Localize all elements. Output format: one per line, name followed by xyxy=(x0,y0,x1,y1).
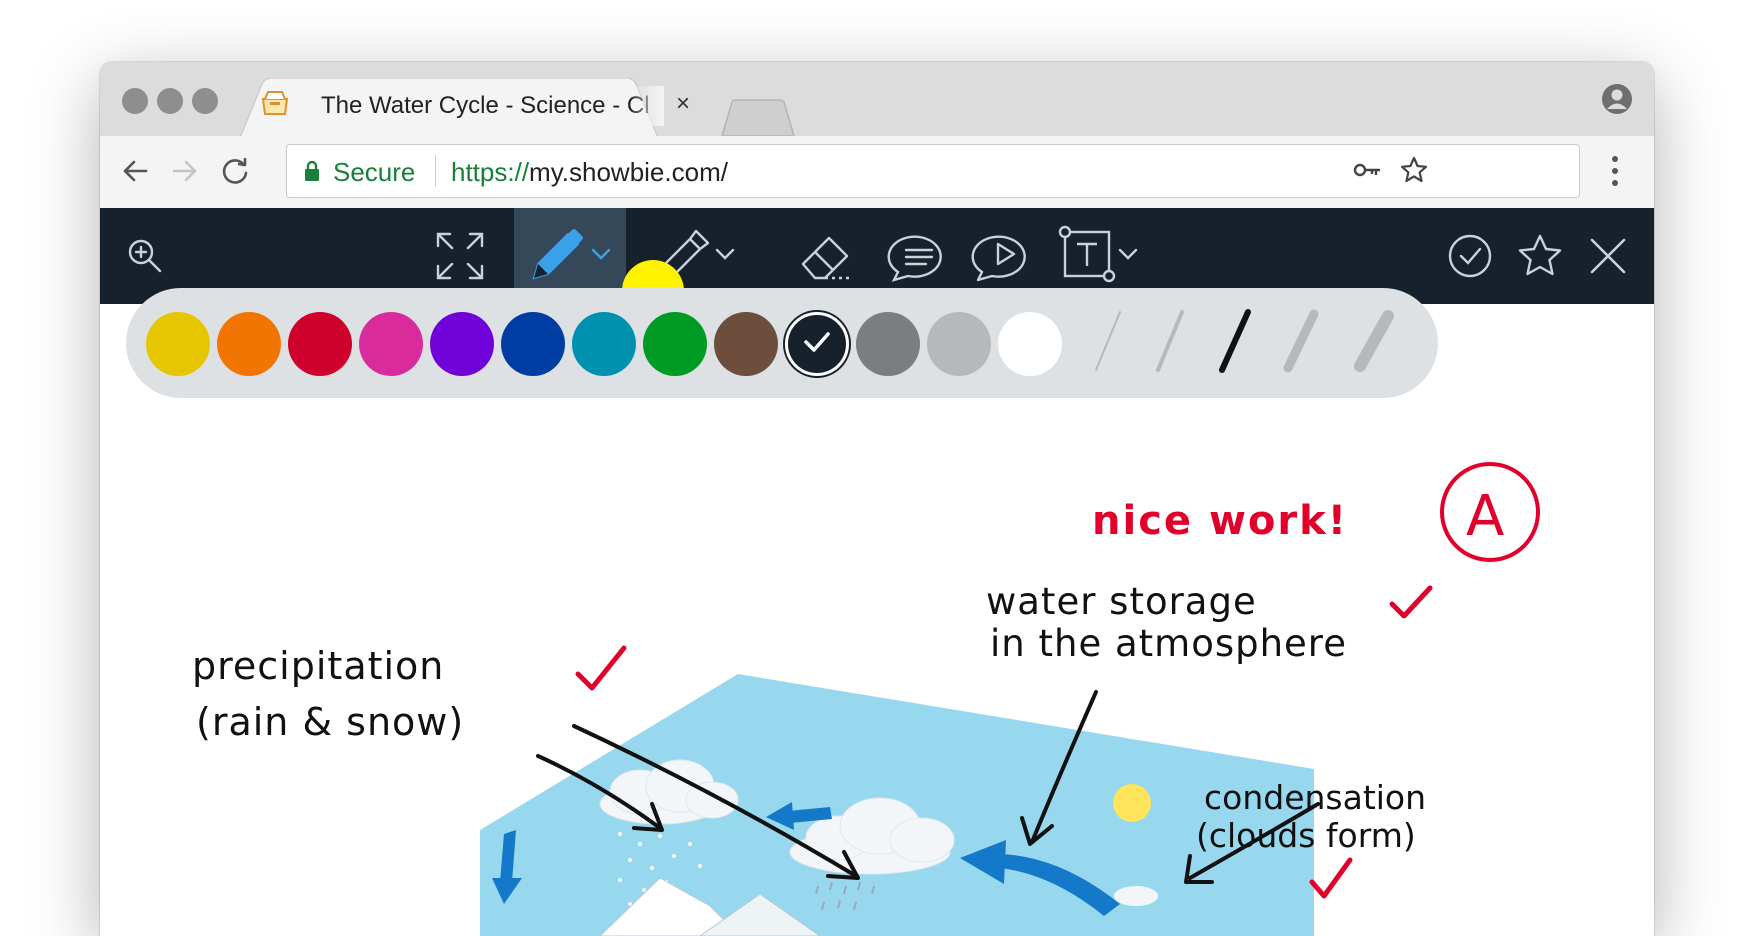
pen-icon xyxy=(528,224,590,289)
close-window-button[interactable] xyxy=(122,88,148,114)
chevron-down-icon xyxy=(714,247,736,266)
zoom-in-icon[interactable] xyxy=(120,208,170,304)
tab-title: The Water Cycle - Science - Cl xyxy=(321,92,650,119)
profile-icon[interactable] xyxy=(1600,82,1634,121)
forward-arrow-icon[interactable] xyxy=(170,156,200,191)
reload-icon[interactable] xyxy=(220,156,250,191)
color-swatch-black[interactable] xyxy=(785,312,849,376)
stroke-thick[interactable] xyxy=(1278,306,1326,376)
sun xyxy=(1113,784,1151,822)
atmosphere-annotation: in the atmosphere xyxy=(990,622,1347,665)
water-storage-annotation: water storage xyxy=(986,580,1257,623)
cloud-right xyxy=(1114,886,1158,906)
back-arrow-icon[interactable] xyxy=(120,156,150,191)
lock-icon xyxy=(303,159,321,188)
color-swatch-dark-gray[interactable] xyxy=(856,312,920,376)
stroke-extra-thick[interactable] xyxy=(1348,306,1400,376)
color-palette xyxy=(126,288,1438,398)
highlighter-color-indicator xyxy=(622,260,684,290)
precipitation-annotation: precipitation xyxy=(192,644,445,688)
color-swatch-pink[interactable] xyxy=(359,312,423,376)
color-swatch-yellow[interactable] xyxy=(146,312,210,376)
stroke-medium[interactable] xyxy=(1214,306,1258,376)
color-swatch-teal[interactable] xyxy=(572,312,636,376)
condensation-annotation: condensation xyxy=(1204,778,1427,817)
water-cycle-diagram xyxy=(480,462,1540,936)
title-bar: The Water Cycle - Science - Cl × xyxy=(100,62,1654,138)
checkmark-icon[interactable] xyxy=(1440,208,1500,304)
color-swatch-brown[interactable] xyxy=(714,312,778,376)
secure-label: Secure xyxy=(333,157,416,187)
selected-check-icon xyxy=(802,330,832,359)
browser-window: The Water Cycle - Science - Cl × Secure … xyxy=(100,62,1654,936)
close-icon[interactable] xyxy=(1578,208,1638,304)
url-divider xyxy=(435,155,436,187)
color-swatch-light-gray[interactable] xyxy=(927,312,991,376)
key-icon[interactable] xyxy=(1353,159,1383,186)
new-tab-button[interactable] xyxy=(720,98,800,138)
clouds-form-annotation: (clouds form) xyxy=(1196,816,1416,855)
worksheet-canvas[interactable]: nice work! A water storage in the atmosp… xyxy=(100,304,1654,936)
browser-menu-icon[interactable] xyxy=(1610,154,1620,193)
text-box-icon xyxy=(1057,224,1117,289)
grade-letter: A xyxy=(1466,484,1505,549)
nice-work-annotation: nice work! xyxy=(1092,498,1348,544)
bookmark-star-icon[interactable] xyxy=(1399,155,1429,190)
chevron-down-icon xyxy=(1117,247,1139,266)
stroke-extra-thin[interactable] xyxy=(1088,306,1128,376)
url-scheme: https:// xyxy=(451,157,530,187)
color-swatch-red[interactable] xyxy=(288,312,352,376)
color-swatch-white[interactable] xyxy=(998,312,1062,376)
navigation-bar: Secure https://my.showbie.com/ xyxy=(100,136,1654,209)
tab-close-icon[interactable]: × xyxy=(676,92,690,116)
zoom-window-button[interactable] xyxy=(192,88,218,114)
star-icon[interactable] xyxy=(1510,208,1570,304)
color-swatch-orange[interactable] xyxy=(217,312,281,376)
favicon-icon xyxy=(260,89,290,122)
color-swatch-blue[interactable] xyxy=(501,312,565,376)
url-host: my.showbie.com/ xyxy=(529,157,728,187)
rain-snow-annotation: (rain & snow) xyxy=(196,700,465,744)
stroke-thin[interactable] xyxy=(1150,306,1190,376)
url-bar[interactable]: Secure https://my.showbie.com/ xyxy=(286,144,1580,198)
tab-title-fade xyxy=(630,86,664,126)
color-swatch-purple[interactable] xyxy=(430,312,494,376)
minimize-window-button[interactable] xyxy=(157,88,183,114)
chevron-down-icon xyxy=(590,247,612,266)
url-text: https://my.showbie.com/ xyxy=(451,157,728,188)
color-swatch-green[interactable] xyxy=(643,312,707,376)
